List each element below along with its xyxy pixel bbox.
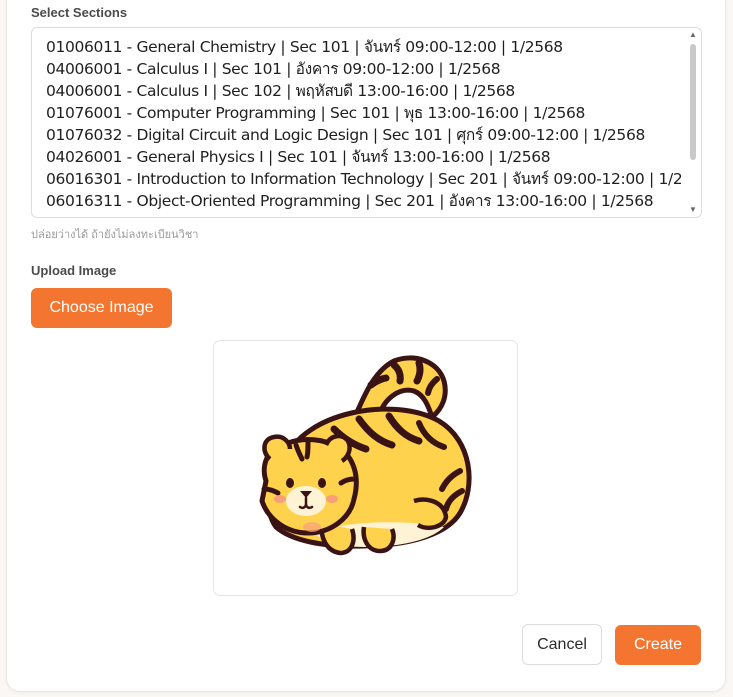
choose-image-button[interactable]: Choose Image bbox=[31, 288, 172, 328]
select-sections-label: Select Sections bbox=[31, 5, 128, 20]
listbox-scrollbar[interactable]: ▲ ▼ bbox=[687, 30, 699, 215]
upload-image-label: Upload Image bbox=[31, 263, 117, 278]
section-option[interactable]: 01076001 - Computer Programming | Sec 10… bbox=[46, 102, 681, 124]
scroll-thumb[interactable] bbox=[690, 44, 696, 160]
tiger-icon bbox=[259, 355, 472, 556]
section-option[interactable]: 04006001 - Calculus I | Sec 101 | อังคาร… bbox=[46, 58, 681, 80]
section-option[interactable]: 04006001 - Calculus I | Sec 102 | พฤหัสบ… bbox=[46, 80, 681, 102]
scroll-up-icon[interactable]: ▲ bbox=[687, 30, 699, 40]
section-option[interactable]: 01006011 - General Chemistry | Sec 101 |… bbox=[46, 36, 681, 58]
scroll-down-icon[interactable]: ▼ bbox=[687, 205, 699, 215]
sections-hint: ปล่อยว่างได้ ถ้ายังไม่ลงทะเบียนวิชา bbox=[31, 229, 199, 241]
cancel-button[interactable]: Cancel bbox=[522, 624, 602, 665]
create-button[interactable]: Create bbox=[615, 625, 701, 665]
section-option[interactable]: 04026001 - General Physics I | Sec 101 |… bbox=[46, 146, 681, 168]
section-option[interactable]: 01076032 - Digital Circuit and Logic Des… bbox=[46, 124, 681, 146]
sections-options: 01006011 - General Chemistry | Sec 101 |… bbox=[46, 36, 681, 212]
section-option[interactable]: 06016311 - Object-Oriented Programming |… bbox=[46, 190, 681, 212]
image-preview bbox=[213, 340, 518, 596]
section-option[interactable]: 06016301 - Introduction to Information T… bbox=[46, 168, 681, 190]
sections-listbox[interactable]: 01006011 - General Chemistry | Sec 101 |… bbox=[31, 27, 702, 218]
